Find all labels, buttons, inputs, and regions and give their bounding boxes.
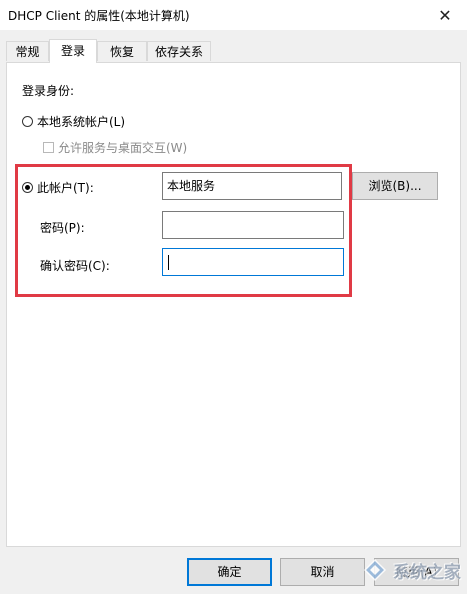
confirm-password-input[interactable]: [162, 248, 344, 276]
interact-desktop-checkbox[interactable]: [43, 142, 54, 153]
confirm-password-label: 确认密码(C):: [40, 259, 110, 273]
tab-recovery[interactable]: 恢复: [97, 41, 147, 61]
local-system-label[interactable]: 本地系统帐户(L): [37, 113, 125, 130]
cancel-button[interactable]: 取消: [280, 558, 365, 586]
ok-button[interactable]: 确定: [187, 558, 272, 586]
local-system-radio[interactable]: [22, 116, 33, 127]
this-account-label[interactable]: 此帐户(T):: [37, 179, 94, 196]
close-icon: ✕: [438, 5, 452, 25]
account-input[interactable]: 本地服务: [162, 172, 342, 200]
password-input[interactable]: [162, 211, 344, 239]
text-caret: [168, 255, 169, 270]
watermark-text: 系统之家: [393, 562, 461, 583]
window-title: DHCP Client 的属性(本地计算机): [8, 9, 190, 23]
tab-general[interactable]: 常规: [6, 41, 49, 61]
watermark: 系统之家: [361, 552, 461, 588]
this-account-radio[interactable]: [22, 182, 33, 193]
browse-button[interactable]: 浏览(B)...: [352, 172, 438, 200]
watermark-logo-icon: [361, 556, 389, 584]
password-label: 密码(P):: [40, 221, 85, 235]
title-bar: DHCP Client 的属性(本地计算机) ✕: [0, 0, 467, 30]
interact-desktop-label: 允许服务与桌面交互(W): [58, 141, 188, 155]
tab-panel-logon: [6, 62, 461, 547]
tab-logon[interactable]: 登录: [49, 39, 97, 63]
tab-dependencies[interactable]: 依存关系: [147, 41, 211, 61]
radio-selected-dot: [25, 185, 30, 190]
logon-as-label: 登录身份:: [22, 84, 75, 98]
close-button[interactable]: ✕: [423, 0, 467, 30]
